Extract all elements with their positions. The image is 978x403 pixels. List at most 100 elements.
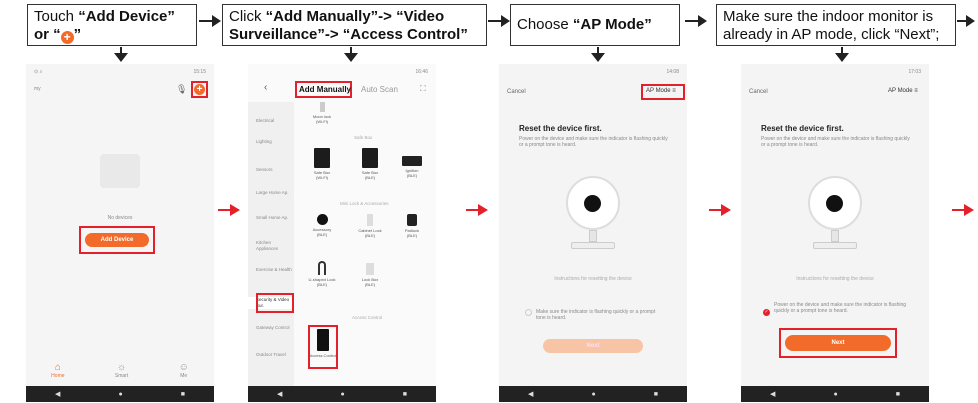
recents-icon[interactable]: ■ — [403, 391, 407, 398]
tab-bar: ⌂ Home ☼ Smart ☺ Me — [26, 356, 214, 384]
step-4-line2: already in AP mode, click “Next”; — [723, 26, 940, 43]
camera-lens — [584, 195, 601, 212]
recents-icon[interactable]: ■ — [654, 391, 658, 398]
step-3-box: Choose “AP Mode” — [510, 4, 680, 46]
sidebar-item-sensors[interactable]: Sensors — [248, 167, 294, 173]
recents-icon[interactable]: ■ — [896, 391, 900, 398]
section-mini-lock: Mini Lock & Accessories — [340, 201, 389, 206]
flow-arrow-2 — [488, 14, 510, 28]
device-padlock[interactable]: Padlock (BLE) — [394, 214, 430, 238]
back-icon[interactable]: ◀ — [770, 390, 775, 398]
access-control-icon — [317, 329, 329, 351]
android-nav-bar: ◀ ● ■ — [26, 386, 214, 402]
device-safe-box-ble[interactable]: Safe Box (BLE) — [352, 148, 388, 180]
lock-icon — [319, 102, 325, 112]
back-icon[interactable]: ◀ — [528, 390, 533, 398]
sun-icon: ☼ — [116, 361, 127, 373]
tab-smart[interactable]: ☼ Smart — [115, 362, 128, 379]
device-lock-box[interactable]: Lock Box (BLE) — [352, 263, 388, 287]
down-arrow-3 — [591, 47, 605, 63]
sidebar-item-outdoor[interactable]: Outdoor Travel — [248, 352, 294, 358]
confirm-checkbox-checked[interactable]: ✓ — [763, 309, 770, 316]
confirm-checkbox[interactable] — [525, 309, 532, 316]
plus-icon: + — [60, 31, 74, 44]
lock-box-icon — [366, 263, 374, 275]
android-nav-bar: ◀ ● ■ — [499, 386, 687, 402]
scan-icon[interactable]: ⛶ — [420, 84, 426, 94]
step-1-line2-bold: or “ — [34, 26, 61, 43]
step-2-pre: Click — [229, 8, 266, 25]
padlock-icon — [407, 214, 417, 226]
reset-description: Power on the device and make sure the in… — [761, 136, 910, 148]
home-name[interactable]: my — [34, 86, 41, 92]
sidebar-item-small-home[interactable]: Small Home Ap. — [248, 215, 294, 221]
step-2-bold2: Surveillance”-> “Access Control” — [229, 26, 468, 43]
tab-auto-scan[interactable]: Auto Scan — [361, 85, 398, 94]
device-moon-lock[interactable]: Moon lock (Wi-Fi) — [304, 102, 340, 124]
cancel-link[interactable]: Cancel — [507, 89, 526, 95]
device-accessory[interactable]: Accessory (BLE) — [304, 214, 340, 237]
home-circle-icon[interactable]: ● — [833, 391, 837, 398]
empty-illustration — [100, 154, 140, 188]
back-icon[interactable]: ◀ — [277, 390, 282, 398]
cabinet-lock-icon — [367, 214, 373, 226]
camera-neck — [831, 230, 839, 242]
status-bar: 14:08 — [499, 64, 687, 80]
ap-mode-selector[interactable]: AP Mode ≡ — [888, 88, 918, 94]
device-u-shaped-lock[interactable]: U-shaped Lock (BLE) — [304, 261, 340, 287]
ap-mode-selector[interactable]: AP Mode ≡ — [646, 88, 676, 94]
device-access-control[interactable]: Access Control — [305, 329, 341, 358]
user-icon: ☺ — [178, 361, 189, 373]
accessory-icon — [316, 214, 328, 225]
step-3-bold: “AP Mode” — [572, 16, 652, 33]
home-circle-icon[interactable]: ● — [340, 391, 344, 398]
u-lock-icon — [318, 261, 326, 275]
mic-icon[interactable]: 🎙 — [176, 84, 187, 95]
down-arrow-4 — [835, 47, 849, 63]
empty-text: No devices — [107, 215, 133, 221]
sidebar-item-exercise[interactable]: Exercise & Health — [248, 267, 294, 273]
add-device-button[interactable]: Add Device — [85, 233, 149, 247]
next-button[interactable]: Next — [785, 335, 891, 351]
down-arrow-2 — [344, 47, 358, 63]
camera-lens — [826, 195, 843, 212]
cancel-link[interactable]: Cancel — [749, 89, 768, 95]
tab-add-manually[interactable]: Add Manually — [299, 85, 351, 94]
device-ignition[interactable]: Ignition (BLE) — [394, 156, 430, 178]
next-button-disabled[interactable]: Next — [543, 339, 643, 353]
back-chevron-icon[interactable]: ‹ — [264, 82, 267, 93]
phone-home-screen: ⊙ ⌕ 15:15 my 🎙 + No devices Add Device ⌂ H… — [26, 64, 214, 402]
reset-description: Power on the device and make sure the in… — [519, 136, 668, 148]
status-time: 15:15 — [193, 69, 206, 75]
device-cabinet-lock[interactable]: Cabinet Lock (BLE) — [352, 214, 388, 238]
red-arrow-1 — [218, 203, 240, 217]
status-bar: ⊙ ⌕ 15:15 — [34, 69, 206, 75]
step-1-line2-post: ” — [73, 26, 82, 43]
home-circle-icon[interactable]: ● — [118, 391, 122, 398]
reset-instructions-link[interactable]: Instructions for resetting the device — [741, 276, 929, 282]
tab-home[interactable]: ⌂ Home — [51, 362, 64, 379]
flow-arrow-1 — [199, 14, 221, 28]
device-safe-box-wifi[interactable]: Safe Box (Wi-Fi) — [304, 148, 340, 180]
sidebar-item-electrical[interactable]: Electrical — [248, 118, 294, 124]
section-access-control: Access Control — [352, 315, 383, 320]
back-icon[interactable]: ◀ — [55, 390, 60, 398]
red-arrow-3 — [709, 203, 731, 217]
phone-add-manually-screen: 16:46 ‹ Add Manually Auto Scan ⛶ Electri… — [248, 64, 436, 402]
sidebar-item-kitchen[interactable]: Kitchen Appliances — [248, 240, 294, 252]
sidebar-item-large-home[interactable]: Large Home Ap. — [248, 190, 294, 196]
section-safe-box: Safe Box — [354, 135, 373, 140]
safe-box-icon — [362, 148, 378, 168]
confirm-text: Power on the device and make sure the in… — [774, 302, 907, 314]
sidebar-item-gateway[interactable]: Gateway Control — [248, 325, 294, 331]
camera-neck — [589, 230, 597, 242]
plus-highlight — [191, 81, 208, 98]
tab-me[interactable]: ☺ Me — [179, 362, 189, 379]
step-2-bold1: “Add Manually”-> “Video — [265, 8, 445, 25]
reset-instructions-link[interactable]: Instructions for resetting the device — [499, 276, 687, 282]
home-circle-icon[interactable]: ● — [591, 391, 595, 398]
flow-arrow-3 — [685, 14, 707, 28]
sidebar-item-lighting[interactable]: Lighting — [248, 139, 294, 145]
status-time: 16:46 — [415, 69, 428, 75]
recents-icon[interactable]: ■ — [181, 391, 185, 398]
